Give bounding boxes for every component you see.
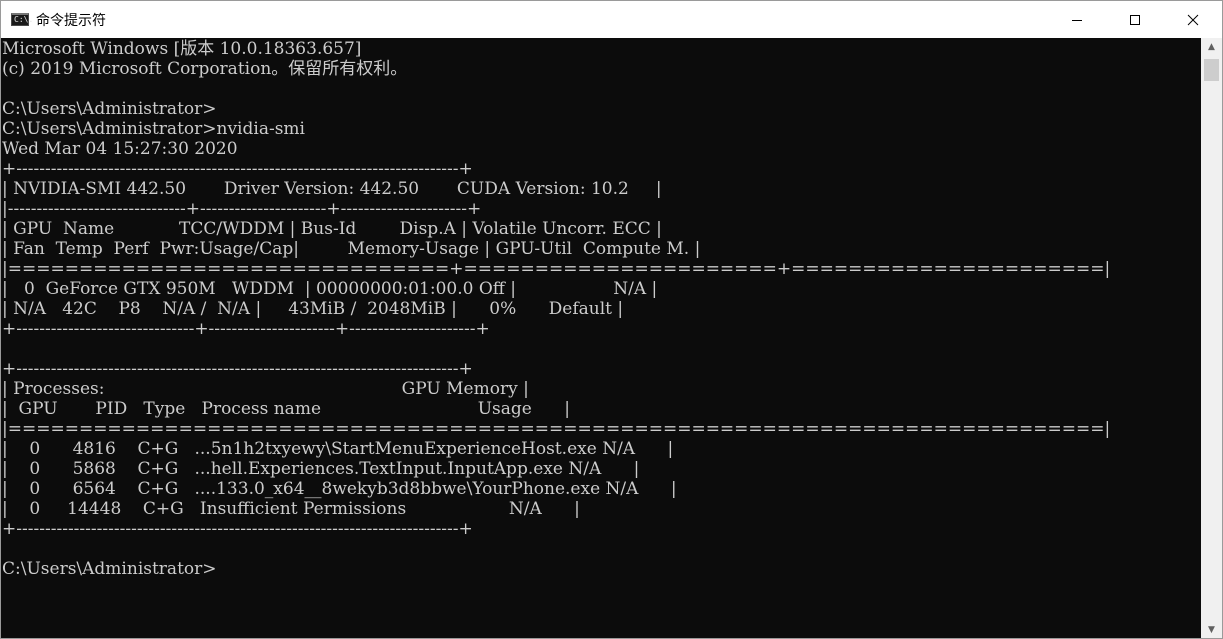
console-line: | NVIDIA-SMI 442.50 Driver Version: 442.… bbox=[2, 179, 662, 199]
console-line: | GPU PID Type Process name Usage | bbox=[2, 399, 570, 419]
scroll-thumb[interactable] bbox=[1204, 59, 1219, 81]
app-icon-text: C:\. bbox=[14, 15, 34, 24]
console-line: | Processes: GPU Memory | bbox=[2, 379, 529, 399]
console-line: | 0 GeForce GTX 950M WDDM | 00000000:01:… bbox=[2, 279, 658, 299]
minimize-button[interactable] bbox=[1048, 1, 1106, 38]
close-button[interactable] bbox=[1164, 1, 1222, 38]
console-line: | 0 6564 C+G ....133.0_x64__8wekyb3d8bbw… bbox=[2, 479, 677, 499]
console-line: | GPU Name TCC/WDDM | Bus-Id Disp.A | Vo… bbox=[2, 219, 662, 239]
console-line: Microsoft Windows [版本 10.0.18363.657] bbox=[2, 39, 362, 59]
console-line: |=======================================… bbox=[2, 419, 1111, 439]
console-line: +---------------------------------------… bbox=[2, 359, 473, 379]
minimize-icon bbox=[1072, 19, 1082, 21]
console-output[interactable]: Microsoft Windows [版本 10.0.18363.657] (c… bbox=[2, 39, 1110, 579]
console-line: | 0 5868 C+G ...hell.Experiences.TextInp… bbox=[2, 459, 640, 479]
console-line: +---------------------------------------… bbox=[2, 159, 473, 179]
maximize-icon bbox=[1130, 14, 1140, 25]
console-line: Wed Mar 04 15:27:30 2020 bbox=[2, 139, 238, 159]
console-line: | N/A 42C P8 N/A / N/A | 43MiB / 2048MiB… bbox=[2, 299, 624, 319]
console-line: | 0 4816 C+G ...5n1h2txyewy\StartMenuExp… bbox=[2, 439, 674, 459]
console-line: C:\Users\Administrator> bbox=[2, 99, 217, 119]
command-prompt-window: C:\. 命令提示符 Microsoft Windows [版本 10.0.18… bbox=[0, 0, 1223, 639]
scroll-up-arrow-icon[interactable]: ▲ bbox=[1201, 38, 1222, 55]
window-controls bbox=[1048, 1, 1222, 38]
maximize-button[interactable] bbox=[1106, 1, 1164, 38]
console-area[interactable]: Microsoft Windows [版本 10.0.18363.657] (c… bbox=[1, 38, 1201, 638]
console-line: |===============================+=======… bbox=[2, 259, 1111, 279]
title-bar[interactable]: C:\. 命令提示符 bbox=[1, 1, 1222, 38]
close-icon bbox=[1187, 14, 1199, 25]
console-line: | 0 14448 C+G Insufficient Permissions N… bbox=[2, 499, 580, 519]
vertical-scrollbar[interactable]: ▲ ▼ bbox=[1201, 38, 1222, 638]
console-line: | Fan Temp Perf Pwr:Usage/Cap| Memory-Us… bbox=[2, 239, 701, 259]
console-line: C:\Users\Administrator> bbox=[2, 559, 217, 579]
console-line: |-------------------------------+-------… bbox=[2, 199, 482, 219]
command-prompt-icon[interactable]: C:\. bbox=[11, 13, 33, 26]
console-line: +---------------------------------------… bbox=[2, 519, 473, 539]
console-line: +-------------------------------+-------… bbox=[2, 319, 490, 339]
window-title: 命令提示符 bbox=[36, 12, 106, 29]
scroll-down-arrow-icon[interactable]: ▼ bbox=[1201, 621, 1222, 638]
console-line: C:\Users\Administrator>nvidia-smi bbox=[2, 119, 305, 139]
console-line: (c) 2019 Microsoft Corporation。保留所有权利。 bbox=[2, 59, 408, 79]
